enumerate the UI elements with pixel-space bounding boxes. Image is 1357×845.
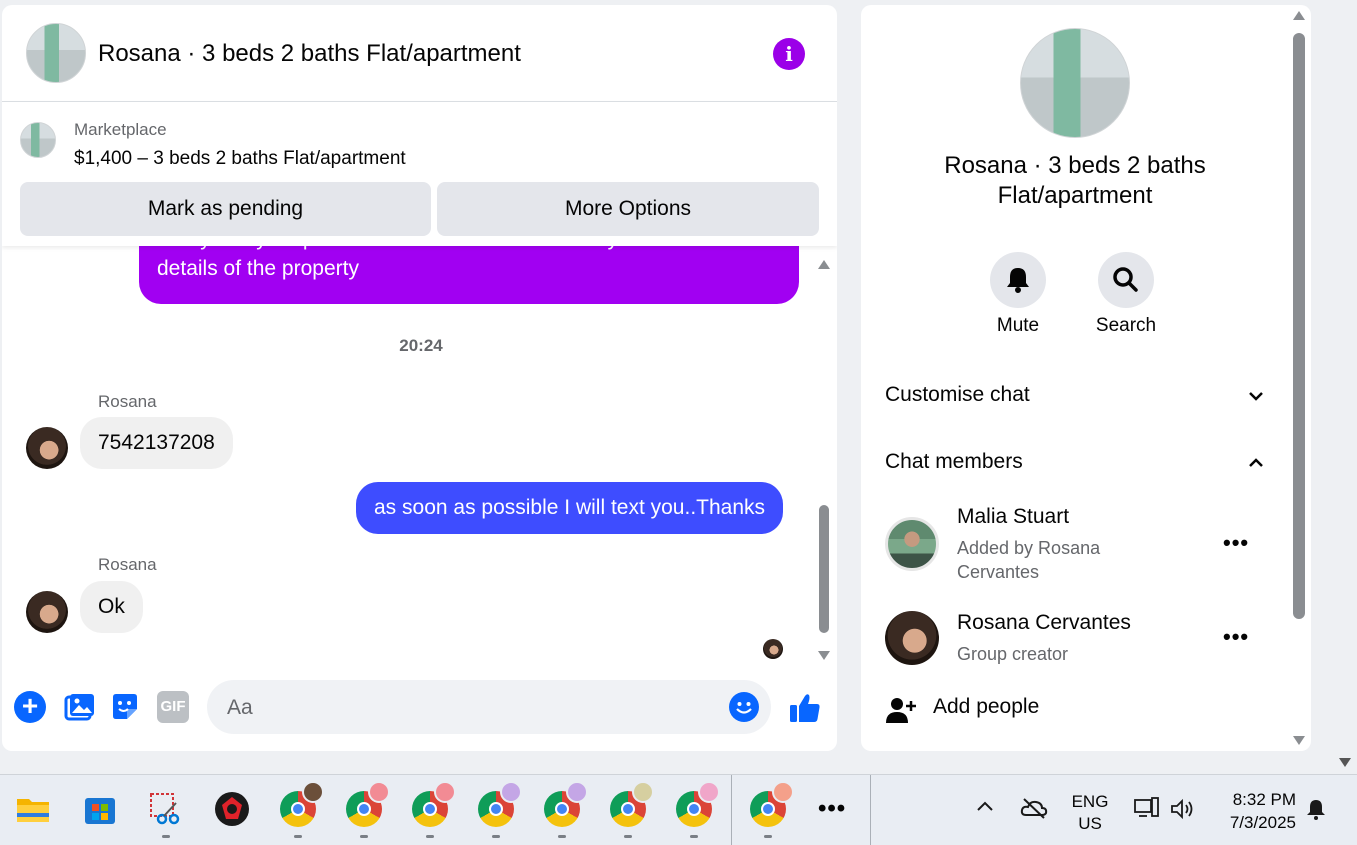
marketplace-label: Marketplace	[74, 120, 167, 139]
sticker-icon[interactable]	[109, 691, 141, 723]
member-name[interactable]: Rosana Cervantes	[957, 611, 1131, 635]
network-icon[interactable]	[1133, 797, 1159, 821]
mute-label: Mute	[996, 315, 1040, 336]
outgoing-message[interactable]: as soon as possible I will text you..Tha…	[356, 482, 784, 534]
clock-time: 8:32 PM	[1232, 790, 1296, 809]
message-scrollbar[interactable]	[817, 255, 831, 665]
search-label: Search	[1095, 315, 1157, 336]
mute-button[interactable]	[990, 252, 1046, 308]
show-hidden-icons-chevron-icon[interactable]	[975, 797, 995, 818]
more-icon[interactable]: •••	[1223, 530, 1249, 556]
clock-date: 7/3/2025	[1229, 813, 1296, 832]
taskbar-separator	[731, 775, 732, 845]
page-scroll-down-arrow[interactable]	[1339, 758, 1351, 767]
chat-members-section[interactable]: Chat members	[885, 450, 1265, 474]
customise-chat-label: Customise chat	[885, 383, 1030, 406]
bell-icon	[1007, 268, 1029, 293]
listing-thumbnail[interactable]	[20, 122, 56, 158]
chat-members-label: Chat members	[885, 450, 1023, 473]
add-person-icon[interactable]	[885, 695, 917, 727]
thumbs-up-icon[interactable]	[788, 691, 822, 725]
sender-avatar[interactable]	[26, 427, 68, 469]
volume-icon[interactable]	[1170, 797, 1196, 821]
sender-name: Rosana	[98, 392, 157, 411]
more-icon[interactable]: •••	[1223, 624, 1249, 650]
message-list: kindly text your phone number I will rea…	[2, 246, 812, 676]
incoming-message[interactable]: Ok	[80, 581, 143, 633]
info-title: Rosana · 3 beds 2 baths Flat/apartment	[944, 152, 1206, 209]
scroll-up-arrow[interactable]	[1293, 11, 1305, 20]
chat-header: Rosana · 3 beds 2 baths Flat/apartment i	[2, 5, 837, 102]
mark-as-pending-button[interactable]: Mark as pending	[20, 182, 431, 236]
snipping-tool-icon[interactable]	[148, 791, 184, 827]
scroll-down-arrow[interactable]	[818, 651, 830, 660]
outgoing-message[interactable]: kindly text your phone number I will rea…	[139, 246, 799, 304]
chrome-profile-icon[interactable]	[676, 781, 720, 827]
chrome-profile-icon[interactable]	[346, 781, 390, 827]
message-composer[interactable]	[207, 680, 771, 736]
chrome-profile-icon[interactable]	[544, 781, 588, 827]
chevron-up-icon	[1247, 453, 1265, 474]
app-red-icon[interactable]	[214, 791, 250, 827]
member-subtitle: Group creator	[957, 644, 1069, 664]
member-avatar[interactable]	[885, 611, 939, 665]
gif-icon[interactable]: GIF	[157, 691, 189, 723]
scroll-down-arrow[interactable]	[1293, 736, 1305, 745]
file-explorer-icon[interactable]	[15, 791, 51, 827]
sender-name: Rosana	[98, 555, 157, 574]
member-name[interactable]: Malia Stuart	[957, 505, 1069, 529]
listing-avatar[interactable]	[26, 23, 86, 83]
chrome-profile-icon[interactable]	[478, 781, 522, 827]
taskbar-overflow-button[interactable]: •••	[818, 795, 846, 823]
search-icon	[1113, 267, 1138, 292]
chat-title[interactable]: Rosana · 3 beds 2 baths Flat/apartment	[98, 40, 521, 68]
chrome-profile-icon[interactable]	[412, 781, 456, 827]
info-scrollbar[interactable]	[1287, 5, 1311, 751]
seen-receipt-avatar	[763, 639, 783, 659]
scroll-thumb[interactable]	[1293, 33, 1305, 619]
chevron-down-icon	[1247, 386, 1265, 407]
add-people-button[interactable]: Add people	[933, 695, 1039, 719]
incoming-message[interactable]: 7542137208	[80, 417, 233, 469]
message-timestamp: 20:24	[399, 336, 443, 355]
message-input[interactable]	[225, 680, 719, 736]
scroll-up-arrow[interactable]	[818, 260, 830, 269]
listing-avatar-large[interactable]	[1020, 28, 1130, 138]
marketplace-bar: Marketplace $1,400 – 3 beds 2 baths Flat…	[2, 102, 837, 246]
chrome-profile-icon[interactable]	[610, 781, 654, 827]
emoji-icon[interactable]	[729, 692, 759, 722]
system-clock[interactable]: 8:32 PM 7/3/2025	[1212, 788, 1296, 834]
taskbar-separator	[870, 775, 871, 845]
customise-chat-section[interactable]: Customise chat	[885, 383, 1265, 407]
chrome-profile-icon[interactable]	[280, 781, 324, 827]
plus-icon[interactable]: +	[14, 691, 46, 723]
info-icon[interactable]: i	[773, 38, 805, 70]
input-language-indicator[interactable]: ENG US	[1068, 791, 1112, 835]
search-button[interactable]	[1098, 252, 1154, 308]
member-avatar[interactable]	[885, 517, 939, 571]
member-subtitle: Added by Rosana Cervantes	[957, 538, 1101, 582]
store-icon[interactable]	[82, 791, 118, 827]
chat-info-panel: Rosana · 3 beds 2 baths Flat/apartment M…	[861, 5, 1311, 751]
sender-avatar[interactable]	[26, 591, 68, 633]
language-code: ENG	[1071, 792, 1109, 811]
onedrive-offline-icon[interactable]	[1020, 797, 1048, 819]
notification-bell-icon[interactable]	[1304, 797, 1328, 821]
taskbar: ••• ENG US 8:32 PM 7/3/2025	[0, 774, 1357, 845]
listing-summary[interactable]: $1,400 – 3 beds 2 baths Flat/apartment	[74, 148, 406, 170]
photo-icon[interactable]	[63, 691, 95, 723]
chrome-profile-icon[interactable]	[750, 781, 794, 827]
more-options-button[interactable]: More Options	[437, 182, 819, 236]
chat-panel: Rosana · 3 beds 2 baths Flat/apartment i…	[2, 5, 837, 751]
scroll-thumb[interactable]	[819, 505, 829, 633]
region-code: US	[1078, 814, 1102, 833]
